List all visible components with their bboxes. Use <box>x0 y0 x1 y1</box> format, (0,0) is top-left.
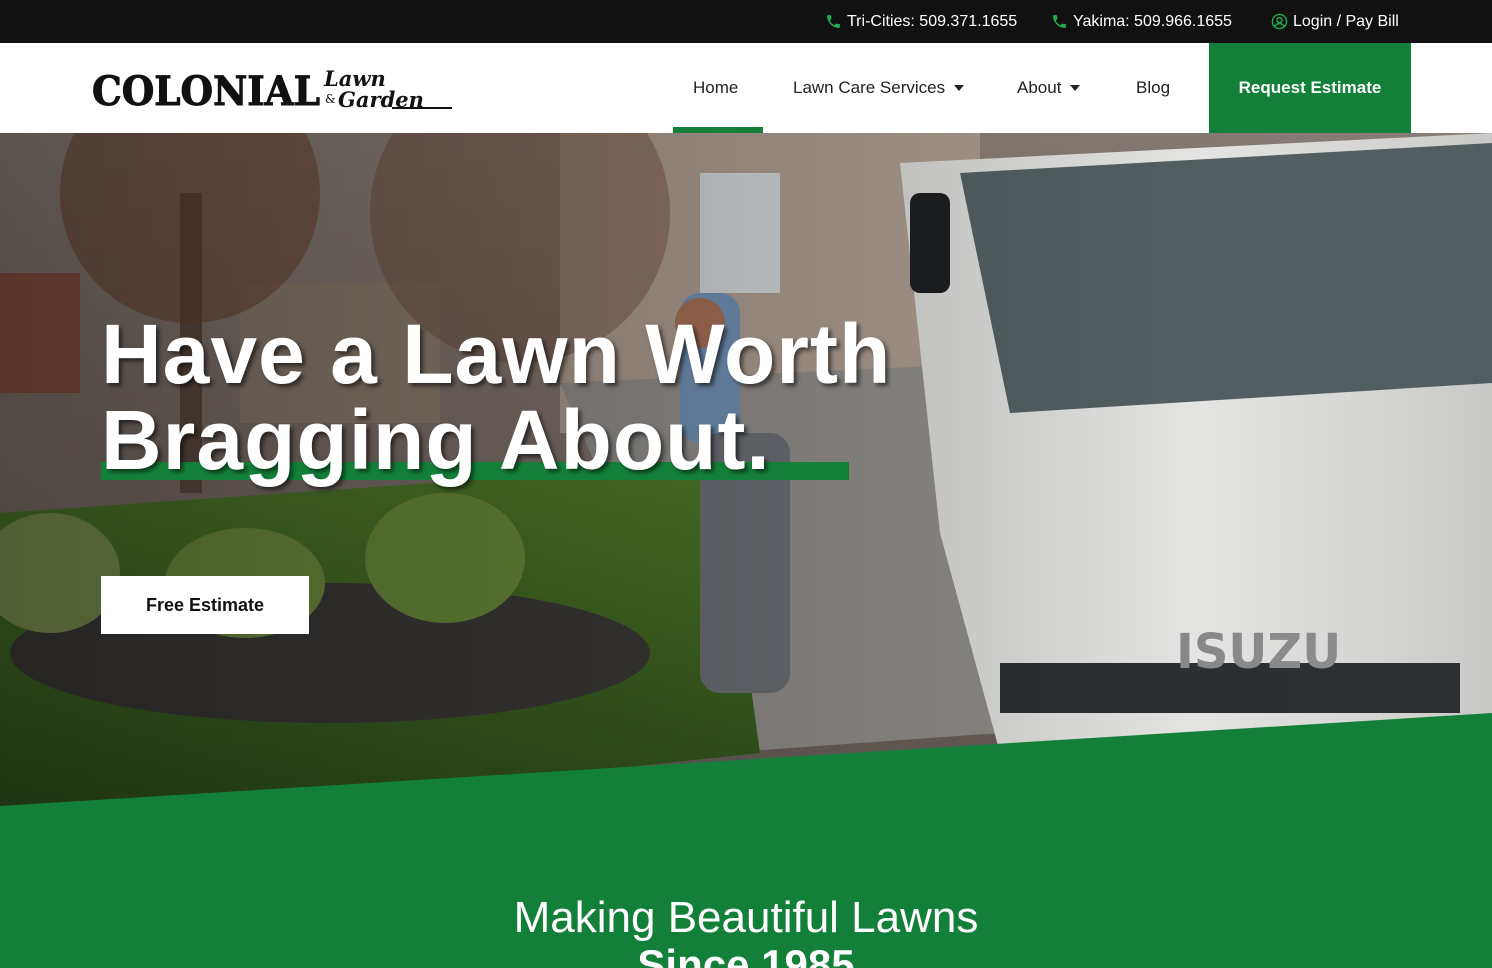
logo-amp: & <box>325 92 336 106</box>
login-pay-bill-text: Login / Pay Bill <box>1293 12 1399 30</box>
caret-down-icon <box>1070 85 1081 91</box>
request-estimate-button[interactable]: Request Estimate <box>1209 43 1411 133</box>
section-heading: Making Beautiful Lawns <box>513 893 979 942</box>
hero-section: ISUZU Have a Lawn Worth Bragging About. … <box>0 133 1492 968</box>
nav-services-label: Lawn Care Services <box>793 78 946 97</box>
nav-blog-label: Blog <box>1136 78 1171 97</box>
nav-about-label: About <box>1017 78 1062 97</box>
phone-tri-cities-text: Tri-Cities: 509.371.1655 <box>847 12 1018 30</box>
phone-icon <box>827 15 840 28</box>
login-pay-bill-link[interactable]: Login / Pay Bill <box>1271 0 1399 43</box>
free-estimate-label: Free Estimate <box>145 594 265 615</box>
phone-icon <box>1053 15 1066 28</box>
nav-home-label: Home <box>693 78 739 97</box>
site-header: COLONIAL Lawn & Garden Home Lawn Care Se… <box>0 43 1492 133</box>
free-estimate-button[interactable]: Free Estimate <box>101 576 309 634</box>
hero-headline-line1: Have a Lawn Worth <box>101 307 892 401</box>
phone-yakima-link[interactable]: Yakima: 509.966.1655 <box>1051 0 1232 43</box>
logo-main-text: COLONIAL <box>92 68 320 111</box>
caret-down-icon <box>954 85 965 91</box>
phone-tri-cities-link[interactable]: Tri-Cities: 509.371.1655 <box>825 0 1017 43</box>
user-circle-icon <box>1271 13 1288 30</box>
request-estimate-label: Request Estimate <box>1238 78 1382 97</box>
nav-home[interactable]: Home <box>693 43 738 133</box>
section-subheading: Since 1985 <box>637 941 855 968</box>
phone-yakima-text: Yakima: 509.966.1655 <box>1073 12 1232 30</box>
hero-background-image: ISUZU <box>0 133 1492 968</box>
nav-blog[interactable]: Blog <box>1136 43 1170 133</box>
top-bar: Tri-Cities: 509.371.1655 Yakima: 509.966… <box>0 0 1492 43</box>
colonial-lawn-garden-logo[interactable]: COLONIAL Lawn & Garden <box>92 66 454 116</box>
nav-about[interactable]: About <box>1017 43 1081 133</box>
nav-lawn-care-services[interactable]: Lawn Care Services <box>793 43 965 133</box>
hero-headline: Have a Lawn Worth Bragging About. <box>101 311 891 483</box>
hero-headline-line2: Bragging About. <box>101 393 771 487</box>
